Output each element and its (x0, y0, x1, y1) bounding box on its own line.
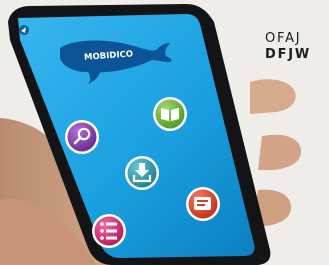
photo-scene: MOBIDICO OFAJ DFJW (0, 0, 329, 265)
logo-line-dfjw: DFJW (265, 47, 312, 62)
download-button[interactable] (125, 156, 159, 190)
logo-line-ofaj: OFAJ (265, 31, 302, 46)
list-icon (100, 222, 117, 240)
book-button[interactable] (153, 97, 187, 131)
ofaj-dfjw-logo: OFAJ DFJW (265, 31, 325, 63)
search-button[interactable] (65, 120, 99, 154)
message-button[interactable] (186, 187, 220, 221)
list-button[interactable] (92, 214, 126, 248)
message-icon (194, 197, 211, 210)
